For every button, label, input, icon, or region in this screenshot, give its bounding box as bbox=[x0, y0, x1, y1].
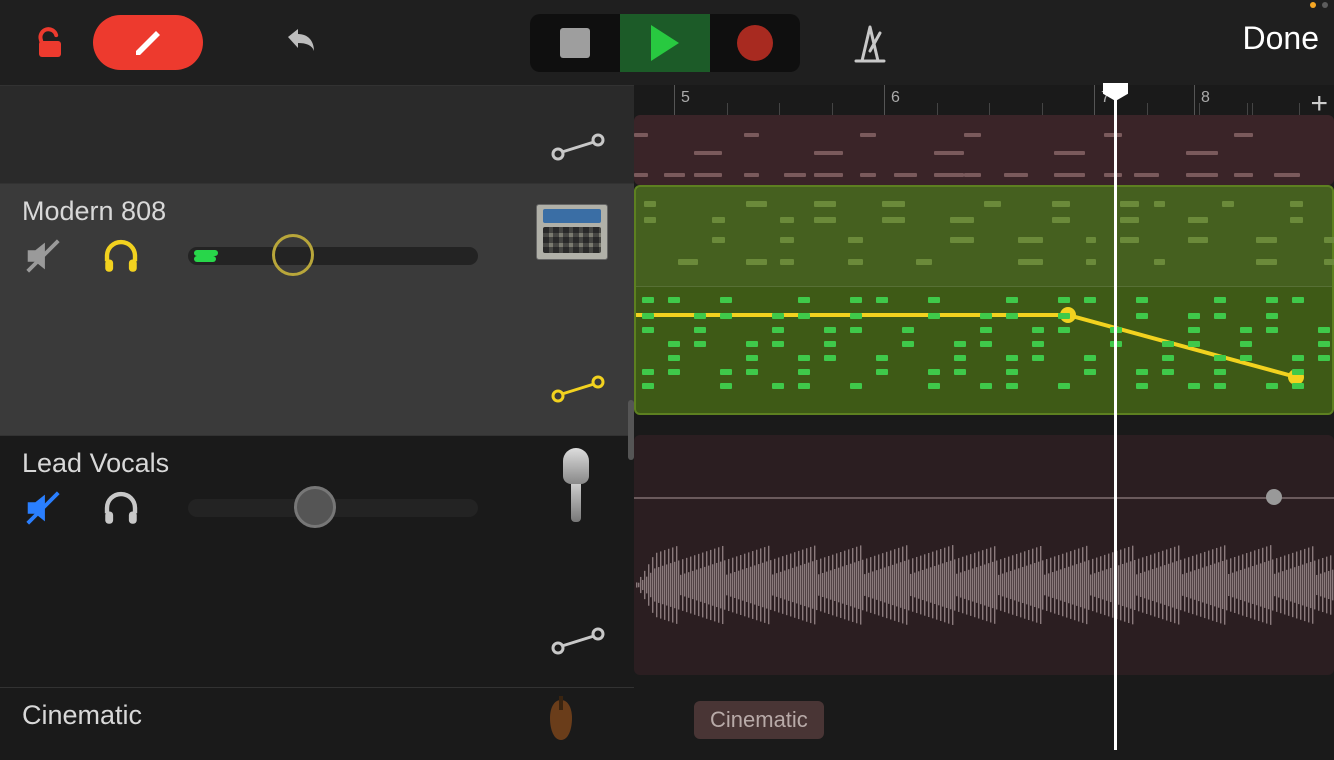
done-button[interactable]: Done bbox=[1243, 20, 1320, 57]
record-button[interactable] bbox=[710, 14, 800, 72]
solo-button[interactable] bbox=[100, 235, 142, 277]
undo-button[interactable] bbox=[273, 18, 323, 68]
speaker-muted-icon bbox=[22, 234, 64, 278]
speaker-muted-icon bbox=[22, 486, 64, 530]
drum-machine-icon bbox=[536, 204, 608, 260]
tracks-panel: Modern 808 bbox=[0, 85, 634, 750]
audio-region[interactable]: Cinematic bbox=[634, 695, 1334, 750]
track-row-modern-808[interactable]: Modern 808 bbox=[0, 183, 634, 435]
mute-button[interactable] bbox=[22, 235, 64, 277]
solo-button[interactable] bbox=[100, 487, 142, 529]
track-row-lead-vocals[interactable]: Lead Vocals bbox=[0, 435, 634, 687]
undo-icon bbox=[276, 21, 320, 65]
midi-region-selected[interactable] bbox=[634, 185, 1334, 415]
bar-marker: 6 bbox=[884, 85, 900, 115]
transport-controls bbox=[530, 14, 800, 72]
instrument-icon[interactable] bbox=[536, 204, 616, 268]
volume-slider[interactable] bbox=[188, 247, 478, 265]
bar-marker: 5 bbox=[674, 85, 690, 115]
playhead[interactable] bbox=[1114, 85, 1117, 750]
track-row-cinematic[interactable]: Cinematic bbox=[0, 687, 634, 747]
instrument-icon[interactable] bbox=[536, 448, 616, 512]
track-title: Modern 808 bbox=[22, 196, 612, 227]
play-button[interactable] bbox=[620, 14, 710, 72]
microphone-icon bbox=[563, 448, 589, 518]
region-label: Cinematic bbox=[694, 701, 824, 739]
automation-toggle[interactable] bbox=[548, 369, 608, 409]
headphones-icon bbox=[100, 484, 142, 532]
track-title: Cinematic bbox=[22, 700, 612, 731]
automation-icon bbox=[550, 626, 606, 656]
strings-icon bbox=[536, 696, 586, 746]
midi-region[interactable] bbox=[634, 115, 1334, 185]
lock-button[interactable] bbox=[15, 15, 85, 70]
toolbar: Done bbox=[0, 0, 1334, 85]
automation-point[interactable] bbox=[1266, 489, 1282, 505]
automation-toggle[interactable] bbox=[548, 127, 608, 167]
instrument-icon[interactable] bbox=[536, 696, 616, 760]
bar-marker: 8 bbox=[1194, 85, 1210, 115]
mute-button[interactable] bbox=[22, 487, 64, 529]
pencil-icon bbox=[130, 25, 166, 61]
automation-icon bbox=[550, 132, 606, 162]
headphones-icon bbox=[100, 232, 142, 280]
record-icon bbox=[737, 25, 773, 61]
play-icon bbox=[651, 25, 679, 61]
track-title: Lead Vocals bbox=[22, 448, 612, 479]
status-indicator bbox=[1310, 2, 1328, 8]
stop-button[interactable] bbox=[530, 14, 620, 72]
edit-button[interactable] bbox=[93, 15, 203, 70]
automation-icon bbox=[550, 374, 606, 404]
unlock-icon bbox=[32, 25, 68, 61]
audio-region[interactable] bbox=[634, 435, 1334, 675]
stop-icon bbox=[560, 28, 590, 58]
volume-slider[interactable] bbox=[188, 499, 478, 517]
metronome-icon bbox=[846, 21, 894, 69]
metronome-button[interactable] bbox=[840, 20, 900, 70]
waveform bbox=[634, 525, 1334, 645]
timeline[interactable]: 5 6 7 8 + Cinematic bbox=[634, 85, 1334, 750]
ruler[interactable]: 5 6 7 8 + bbox=[634, 85, 1334, 115]
track-row[interactable] bbox=[0, 85, 634, 183]
automation-toggle[interactable] bbox=[548, 621, 608, 661]
